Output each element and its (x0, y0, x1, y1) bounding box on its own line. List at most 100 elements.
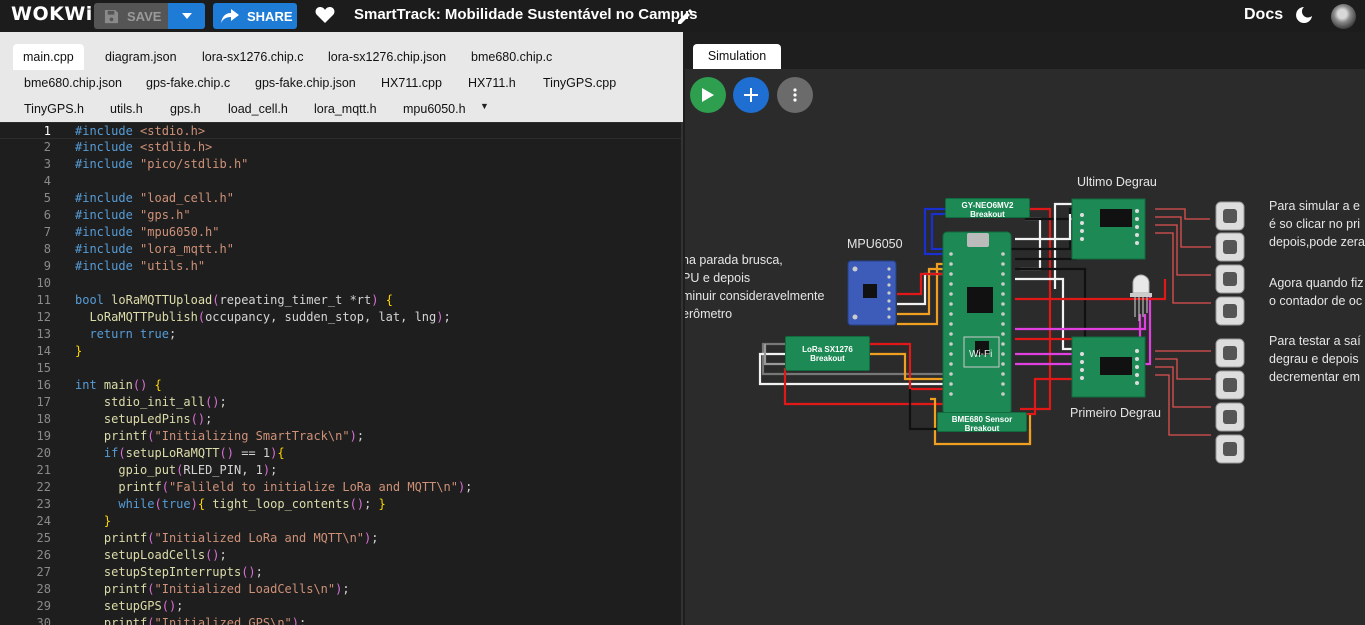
code-line[interactable]: 21 gpio_put(RLED_PIN, 1); (0, 462, 681, 479)
docs-link[interactable]: Docs (1244, 6, 1283, 24)
code-text: if(setupLoRaMQTT() == 1){ (103, 446, 285, 460)
code-text: int main() { (75, 378, 162, 392)
code-text: setupGPS(); (103, 599, 184, 613)
tab-mpu6050-h[interactable]: mpu6050.h (403, 102, 466, 116)
code-editor[interactable]: 1 #include <stdio.h> 2 #include <stdlib.h> 3… (0, 122, 683, 625)
share-button[interactable]: SHARE (213, 3, 297, 29)
code-line[interactable]: 27 setupStepInterrupts(); (0, 564, 681, 581)
code-line[interactable]: 13 return true; (0, 326, 681, 343)
line-number: 6 (43, 208, 51, 222)
code-text: stdio_init_all(); (103, 395, 227, 409)
tab-tinygps-h[interactable]: TinyGPS.h (24, 102, 84, 116)
code-line[interactable]: 17 stdio_init_all(); (0, 394, 681, 411)
code-text: setupLedPins(); (103, 412, 213, 426)
code-line[interactable]: 11 bool loRaMQTTUpload(repeating_timer_t … (0, 292, 681, 309)
wokwi-logo[interactable]: WOKWi (11, 3, 93, 25)
code-line[interactable]: 10 (0, 275, 681, 292)
right-note-1: Para simular a e é so clicar no pri depo… (1269, 197, 1365, 251)
code-line[interactable]: 24 } (0, 513, 681, 530)
code-line[interactable]: 3 #include "pico/stdlib.h" (0, 156, 681, 173)
bme680-module-title: BME680 Sensor (951, 415, 1013, 424)
tab-bme680-chip-json[interactable]: bme680.chip.json (24, 76, 122, 90)
line-number: 20 (36, 446, 51, 460)
more-tabs-icon[interactable]: ▼ (480, 101, 489, 111)
right-note-line: depois,pode zera (1269, 235, 1365, 249)
save-button[interactable]: SAVE (94, 3, 168, 29)
code-text: LoRaMQTTPublish(occupancy, sudden_stop, … (89, 310, 451, 324)
tab-lora-mqtt-h[interactable]: lora_mqtt.h (314, 102, 377, 116)
tab-bme680-chip-c[interactable]: bme680.chip.c (471, 50, 552, 64)
tab-hx711-h[interactable]: HX711.h (468, 76, 516, 90)
tab-tinygps-cpp[interactable]: TinyGPS.cpp (543, 76, 616, 90)
tab-lora-chip-json[interactable]: lora-sx1276.chip.json (328, 50, 446, 64)
code-line[interactable]: 7 #include "mpu6050.h" (0, 224, 681, 241)
code-text: return true; (89, 327, 177, 341)
line-number: 28 (36, 582, 51, 596)
pico-w-board (942, 231, 1012, 415)
code-line[interactable]: 1 #include <stdio.h> (0, 122, 681, 139)
line-number: 17 (36, 395, 51, 409)
tab-diagram-json[interactable]: diagram.json (105, 50, 177, 64)
line-number: 4 (43, 174, 51, 188)
code-text: #include "utils.h" (75, 259, 206, 273)
code-text: setupLoadCells(); (103, 548, 227, 562)
line-number: 7 (43, 225, 51, 239)
editor-file-tabs: main.cpp diagram.json lora-sx1276.chip.c… (0, 32, 683, 122)
code-line[interactable]: 19 printf("Initializing SmartTrack\n"); (0, 428, 681, 445)
right-note-line: o contador de oc (1269, 294, 1363, 308)
code-line[interactable]: 18 setupLedPins(); (0, 411, 681, 428)
tab-hx711-cpp[interactable]: HX711.cpp (381, 76, 442, 90)
line-number: 2 (43, 140, 51, 154)
line-number: 18 (36, 412, 51, 426)
simulation-canvas[interactable]: Wi-Fi GY-NEO6MV2 Breakout LoRa SX1276 Br… (685, 69, 1365, 625)
code-line[interactable]: 28 printf("Initialized LoadCells\n"); (0, 581, 681, 598)
chevron-down-icon (181, 13, 192, 19)
pencil-icon[interactable] (676, 8, 694, 31)
code-line[interactable]: 6 #include "gps.h" (0, 207, 681, 224)
tab-lora-chip-c[interactable]: lora-sx1276.chip.c (202, 50, 303, 64)
primeiro-degrau-label: Primeiro Degrau (1070, 406, 1162, 420)
left-note: na parada brusca, PU e depois minuir con… (685, 251, 824, 323)
ultimo-degrau-label: Ultimo Degrau (1077, 175, 1157, 189)
avatar[interactable] (1331, 4, 1356, 29)
code-text: printf("Initialized LoadCells\n"); (103, 582, 350, 596)
code-line[interactable]: 22 printf("Falileld to initialize LoRa a… (0, 479, 681, 496)
tab-utils-h[interactable]: utils.h (110, 102, 143, 116)
code-line[interactable]: 4 (0, 173, 681, 190)
code-line[interactable]: 15 (0, 360, 681, 377)
tab-load-cell-h[interactable]: load_cell.h (228, 102, 288, 116)
code-text: } (103, 514, 112, 528)
tab-simulation[interactable]: Simulation (693, 44, 781, 69)
line-number: 29 (36, 599, 51, 613)
code-text: while(true){ tight_loop_contents(); } (118, 497, 386, 511)
code-line[interactable]: 23 while(true){ tight_loop_contents(); } (0, 496, 681, 513)
line-number: 15 (36, 361, 51, 375)
moon-icon[interactable] (1295, 6, 1313, 29)
code-text: setupStepInterrupts(); (103, 565, 263, 579)
tab-gps-fake-chip-c[interactable]: gps-fake.chip.c (146, 76, 230, 90)
code-line[interactable]: 14} (0, 343, 681, 360)
line-number: 5 (43, 191, 51, 205)
code-line[interactable]: 16 int main() { (0, 377, 681, 394)
code-line[interactable]: 26 setupLoadCells(); (0, 547, 681, 564)
line-number: 22 (36, 480, 51, 494)
code-line[interactable]: 30 printf("Initialized GPS\n"); (0, 615, 681, 625)
code-text: #include "mpu6050.h" (75, 225, 220, 239)
floppy-disk-icon (104, 9, 119, 23)
line-number: 13 (36, 327, 51, 341)
heart-icon[interactable] (315, 6, 335, 29)
tab-main-cpp[interactable]: main.cpp (13, 44, 84, 70)
lora-module: LoRa SX1276 Breakout (785, 336, 870, 371)
code-line[interactable]: 9 #include "utils.h" (0, 258, 681, 275)
tab-gps-h[interactable]: gps.h (170, 102, 201, 116)
tab-gps-fake-chip-json[interactable]: gps-fake.chip.json (255, 76, 356, 90)
code-line[interactable]: 2 #include <stdlib.h> (0, 139, 681, 156)
code-line[interactable]: 5 #include "load_cell.h" (0, 190, 681, 207)
code-line[interactable]: 12 LoRaMQTTPublish(occupancy, sudden_sto… (0, 309, 681, 326)
code-line[interactable]: 25 printf("Initialized LoRa and MQTT\n")… (0, 530, 681, 547)
save-dropdown-button[interactable] (168, 3, 205, 29)
code-line[interactable]: 29 setupGPS(); (0, 598, 681, 615)
code-line[interactable]: 20 if(setupLoRaMQTT() == 1){ (0, 445, 681, 462)
code-line[interactable]: 8 #include "lora_mqtt.h" (0, 241, 681, 258)
right-note-3: Para testar a saí degrau e depois decrem… (1269, 332, 1361, 386)
